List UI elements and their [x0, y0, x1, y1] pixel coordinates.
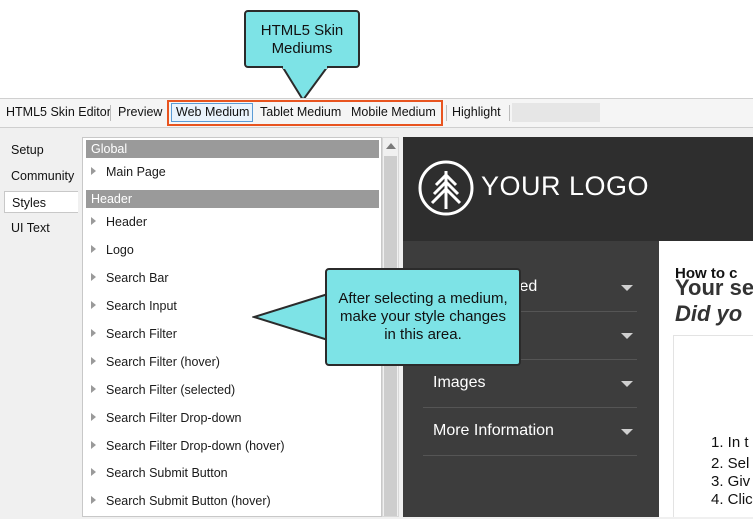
list-item-label: Search Filter (hover) [106, 355, 220, 369]
group-header-header[interactable]: Header [86, 190, 379, 208]
callout-text-line: Mediums [271, 40, 333, 57]
group-header-global[interactable]: Global [86, 140, 379, 158]
list-item[interactable]: Search Submit Button (hover) [91, 491, 271, 511]
list-item-label: Search Filter Drop-down (hover) [106, 439, 285, 453]
callout-text-line: After selecting a medium, [338, 290, 508, 307]
tab-setup[interactable]: Setup [4, 139, 78, 161]
expand-arrow-icon[interactable] [91, 167, 96, 175]
expand-arrow-icon[interactable] [91, 385, 96, 393]
toolbar-divider [446, 105, 447, 121]
list-item[interactable]: Search Bar [91, 268, 169, 288]
preview-button[interactable]: Preview [118, 105, 162, 119]
tree-logo-icon [418, 160, 474, 216]
expand-arrow-icon[interactable] [91, 245, 96, 253]
list-item[interactable]: Search Filter [91, 324, 177, 344]
mobile-medium-tab[interactable]: Mobile Medium [351, 105, 436, 119]
list-item[interactable]: Search Input [91, 296, 177, 316]
callout-html5-skin-mediums: HTML5 Skin Mediums [244, 10, 360, 68]
preview-subtitle: Did yo [675, 301, 743, 326]
chevron-down-icon [621, 429, 633, 435]
preview-card-title: How to c [675, 265, 738, 282]
expand-arrow-icon[interactable] [91, 329, 96, 337]
scroll-up-arrow-icon[interactable] [386, 143, 396, 149]
list-item-label: Search Input [106, 299, 177, 313]
expand-arrow-icon[interactable] [91, 413, 96, 421]
tab-community[interactable]: Community [4, 165, 78, 187]
callout-text-line: HTML5 Skin [260, 22, 344, 39]
list-item-label: Logo [106, 243, 134, 257]
preview-step: 4. Clic [711, 491, 753, 508]
preview-nav-item[interactable]: More Information [423, 408, 637, 456]
toolbar-divider [509, 105, 510, 121]
callout-pointer [280, 66, 330, 102]
list-item[interactable]: Header [91, 212, 147, 232]
expand-arrow-icon[interactable] [91, 496, 96, 504]
preview-header: YOUR LOGO [403, 137, 753, 241]
list-item-label: Search Filter (selected) [106, 383, 236, 397]
chevron-down-icon [621, 333, 633, 339]
callout-text-line: make your style changes [340, 308, 506, 325]
list-item-label: Header [106, 215, 147, 229]
expand-arrow-icon[interactable] [91, 301, 96, 309]
web-medium-tab[interactable]: Web Medium [176, 105, 249, 119]
highlight-button[interactable]: Highlight [452, 105, 501, 119]
toolbar-divider [110, 105, 111, 121]
list-item[interactable]: Search Filter Drop-down [91, 408, 241, 428]
list-item-label: Search Filter Drop-down [106, 411, 242, 425]
expand-arrow-icon[interactable] [91, 468, 96, 476]
nav-item-label: Images [433, 374, 486, 391]
tab-styles[interactable]: Styles [4, 191, 78, 213]
preview-logo-text: YOUR LOGO [481, 171, 650, 201]
preview-nav-item[interactable]: Images [423, 360, 637, 408]
preview-step: 1. In t [711, 434, 749, 451]
list-item[interactable]: Main Page [91, 162, 166, 182]
chevron-down-icon [621, 381, 633, 387]
preview-content: Your se Did yo How to c 1. In t 2. Sel 3… [659, 241, 753, 517]
nav-item-label: More Information [433, 422, 554, 439]
tablet-medium-tab[interactable]: Tablet Medium [260, 105, 341, 119]
list-item[interactable]: Search Filter (hover) [91, 352, 220, 372]
editor-toolbar: HTML5 Skin Editor Preview Web Medium Tab… [0, 99, 753, 128]
list-item-label: Search Bar [106, 271, 169, 285]
list-item-label: Search Filter [106, 327, 177, 341]
editor-side-tabs: Setup Community Styles UI Text [0, 127, 80, 519]
toolbar-field[interactable] [512, 103, 600, 122]
list-item-label: Main Page [106, 165, 166, 179]
preview-step: 2. Sel [711, 455, 750, 472]
editor-title: HTML5 Skin Editor [6, 105, 111, 119]
tab-ui-text[interactable]: UI Text [4, 217, 78, 239]
callout-style-changes-area: After selecting a medium, make your styl… [325, 268, 521, 366]
chevron-down-icon [621, 285, 633, 291]
callout-text-line: in this area. [384, 326, 462, 343]
list-item-label: Search Submit Button [106, 466, 228, 480]
list-item[interactable]: Search Filter (selected) [91, 380, 235, 400]
expand-arrow-icon[interactable] [91, 217, 96, 225]
preview-step: 3. Giv [711, 473, 751, 490]
list-item[interactable]: Logo [91, 240, 134, 260]
expand-arrow-icon[interactable] [91, 441, 96, 449]
list-item-label: Search Submit Button (hover) [106, 494, 271, 508]
expand-arrow-icon[interactable] [91, 273, 96, 281]
list-item[interactable]: Search Filter Drop-down (hover) [91, 436, 285, 456]
callout-pointer [252, 292, 329, 342]
expand-arrow-icon[interactable] [91, 357, 96, 365]
list-item[interactable]: Search Submit Button [91, 463, 228, 483]
